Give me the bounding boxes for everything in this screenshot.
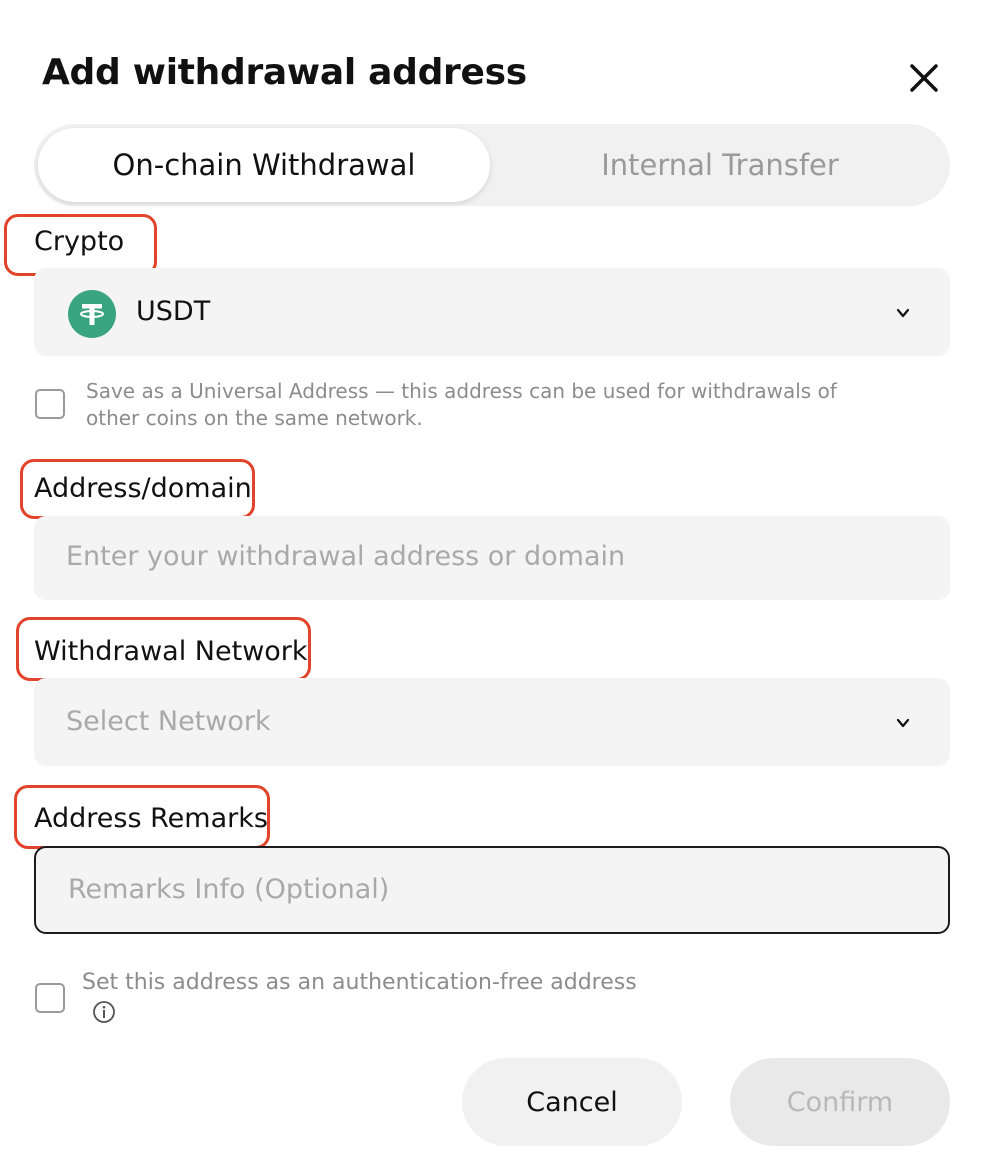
confirm-button[interactable]: Confirm <box>730 1058 950 1146</box>
dialog-title: Add withdrawal address <box>42 52 527 93</box>
auth-free-text: Set this address as an authentication-fr… <box>82 970 637 995</box>
network-label: Withdrawal Network <box>34 636 308 667</box>
cancel-button[interactable]: Cancel <box>462 1058 682 1146</box>
tab-on-chain-withdrawal[interactable]: On-chain Withdrawal <box>38 128 490 202</box>
network-select[interactable]: Select Network <box>34 678 950 766</box>
tether-icon <box>68 290 116 338</box>
info-icon[interactable] <box>92 1000 116 1024</box>
remarks-placeholder: Remarks Info (Optional) <box>68 874 390 905</box>
remarks-label: Address Remarks <box>34 803 268 834</box>
address-placeholder: Enter your withdrawal address or domain <box>66 541 626 572</box>
crypto-select[interactable]: USDT <box>34 268 950 356</box>
close-icon[interactable] <box>904 58 944 98</box>
tab-group: On-chain Withdrawal Internal Transfer <box>34 124 950 206</box>
address-label: Address/domain <box>34 473 252 504</box>
universal-address-text: Save as a Universal Address — this addre… <box>86 379 837 430</box>
address-field[interactable]: Enter your withdrawal address or domain <box>34 516 950 600</box>
chevron-down-icon <box>896 718 910 728</box>
auth-free-checkbox[interactable] <box>35 983 65 1013</box>
remarks-input[interactable]: Remarks Info (Optional) <box>34 846 950 934</box>
chevron-down-icon <box>896 308 910 318</box>
crypto-selected-value: USDT <box>136 296 211 327</box>
crypto-label: Crypto <box>34 226 125 257</box>
network-placeholder: Select Network <box>66 706 271 737</box>
universal-address-checkbox[interactable] <box>35 389 65 419</box>
tab-internal-transfer[interactable]: Internal Transfer <box>494 128 946 202</box>
